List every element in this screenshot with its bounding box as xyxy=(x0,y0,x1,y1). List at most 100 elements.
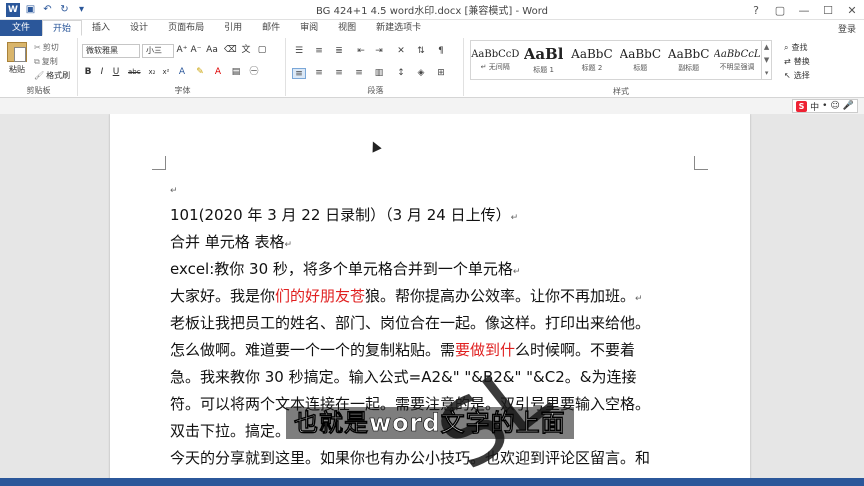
select-button[interactable]: ↖ 选择 xyxy=(784,70,810,81)
char-border-icon[interactable]: ▢ xyxy=(256,44,268,57)
format-painter-button[interactable]: 🖌 格式刷 xyxy=(34,70,70,81)
format-painter-label: 格式刷 xyxy=(46,71,71,80)
bullets-icon[interactable]: ☰ xyxy=(292,46,306,57)
tab-page-layout[interactable]: 页面布局 xyxy=(158,20,214,36)
align-right-icon[interactable]: ≡ xyxy=(332,68,346,79)
paragraph-mark: ↵ xyxy=(510,213,519,223)
emoji-icon[interactable]: ☺ xyxy=(830,101,839,111)
enclose-char-icon[interactable]: ㊀ xyxy=(248,66,260,79)
style-name: 副标题 xyxy=(678,64,700,72)
multilevel-list-icon[interactable]: ≣ xyxy=(332,46,346,57)
ribbon-tabs: 文件 开始 插入 设计 页面布局 引用 邮件 审阅 视图 新建选项卡 登录 xyxy=(0,20,864,36)
tab-design[interactable]: 设计 xyxy=(120,20,158,36)
increase-indent-icon[interactable]: ⇥ xyxy=(372,46,386,57)
cut-button[interactable]: ✂ 剪切 xyxy=(34,42,59,53)
minimize-button[interactable]: — xyxy=(792,4,816,17)
align-left-icon[interactable]: ≡ xyxy=(292,68,306,79)
font-color-icon[interactable]: A xyxy=(212,66,224,79)
bold-icon[interactable]: B xyxy=(82,66,94,79)
grow-font-icon[interactable]: A⁺ xyxy=(176,44,188,57)
tab-references[interactable]: 引用 xyxy=(214,20,252,36)
restore-button[interactable]: ☐ xyxy=(816,4,840,17)
justify-icon[interactable]: ≡ xyxy=(352,68,366,79)
microphone-icon[interactable]: 🎤 xyxy=(843,101,854,111)
doc-text: 么时候啊。不要着 xyxy=(515,341,636,359)
quick-access-toolbar: W ▣ ↶ ↻ ▾ xyxy=(0,2,88,17)
customize-qat-icon[interactable]: ▾ xyxy=(75,3,88,16)
doc-text: 怎么做啊。难道要一个一个的复制粘贴。需 xyxy=(170,341,456,359)
save-icon[interactable]: ▣ xyxy=(24,3,37,16)
redo-icon[interactable]: ↻ xyxy=(58,3,71,16)
font-size-select[interactable]: 小三 xyxy=(142,44,174,58)
font-group-label: 字体 xyxy=(174,86,191,95)
ribbon-display-button[interactable]: ▢ xyxy=(768,4,792,17)
scroll-down-icon[interactable]: ▼ xyxy=(762,56,771,64)
paste-button[interactable]: 粘贴 xyxy=(4,42,30,75)
style-heading-2[interactable]: AaBbC 标题 2 xyxy=(568,41,616,79)
paragraph-mark: ↵ xyxy=(635,294,643,304)
doc-line: 大家好。我是你们的好朋友苍狼。帮你提高办公效率。让你不再加班。↵ xyxy=(170,283,710,310)
doc-line: 急。我来教你 30 秒搞定。输入公式=A2&" "&B2&" "&C2。&为连接 xyxy=(170,364,710,391)
ime-toolbar[interactable]: S 中 • ☺ 🎤 xyxy=(792,99,858,113)
tab-review[interactable]: 审阅 xyxy=(290,20,328,36)
style-heading-1[interactable]: AaBl 标题 1 xyxy=(519,41,567,79)
tab-mailings[interactable]: 邮件 xyxy=(252,20,290,36)
doc-line: 老板让我把员工的姓名、部门、岗位合在一起。像这样。打印出来给他。 xyxy=(170,310,710,337)
char-shading-icon[interactable]: ▤ xyxy=(230,66,242,79)
undo-icon[interactable]: ↶ xyxy=(41,3,54,16)
replace-button[interactable]: ⇄ 替换 xyxy=(784,56,810,67)
numbering-icon[interactable]: ≡ xyxy=(312,46,326,57)
tab-new[interactable]: 新建选项卡 xyxy=(366,20,431,36)
underline-icon[interactable]: U xyxy=(110,66,122,79)
tab-file[interactable]: 文件 xyxy=(0,20,43,36)
tab-home[interactable]: 开始 xyxy=(42,20,83,36)
styles-scroll[interactable]: ▲ ▼ ▾ xyxy=(761,41,771,79)
show-marks-icon[interactable]: ¶ xyxy=(434,46,448,57)
more-styles-icon[interactable]: ▾ xyxy=(762,69,771,77)
italic-icon[interactable]: I xyxy=(96,66,108,79)
align-center-icon[interactable]: ≡ xyxy=(312,68,326,79)
clipboard-group-label: 剪贴板 xyxy=(26,86,51,95)
clear-format-icon[interactable]: ⌫ xyxy=(224,44,237,57)
ime-language[interactable]: 中 xyxy=(810,100,819,113)
chinese-layout-icon[interactable]: ✕ xyxy=(394,46,408,57)
close-button[interactable]: ✕ xyxy=(840,4,864,17)
replace-label: 替换 xyxy=(793,57,810,66)
style-subtitle[interactable]: AaBbC 副标题 xyxy=(665,41,713,79)
login-link[interactable]: 登录 xyxy=(838,22,856,35)
paragraph-mark: ↵ xyxy=(512,267,521,277)
punctuation-icon[interactable]: • xyxy=(822,101,827,111)
subscript-icon[interactable]: x₂ xyxy=(146,66,158,79)
doc-line: 今天的分享就到这里。如果你也有办公小技巧。也欢迎到评论区留言。和 xyxy=(170,445,710,472)
line-spacing-icon[interactable]: ↕ xyxy=(394,68,408,79)
doc-text: 大家好。我是你 xyxy=(170,287,276,305)
help-button[interactable]: ? xyxy=(744,4,768,17)
change-case-icon[interactable]: Aa xyxy=(206,44,218,57)
strikethrough-icon[interactable]: abc xyxy=(128,66,141,79)
scroll-up-icon[interactable]: ▲ xyxy=(762,43,771,51)
status-bar xyxy=(0,478,864,486)
tab-view[interactable]: 视图 xyxy=(328,20,366,36)
style-subtle-emphasis[interactable]: AaBbCcL 不明显强调 xyxy=(713,41,761,79)
font-name-select[interactable]: 微软雅黑 xyxy=(82,44,140,58)
style-title[interactable]: AaBbC 标题 xyxy=(616,41,664,79)
find-button[interactable]: ⌕ 查找 xyxy=(784,42,807,53)
borders-icon[interactable]: ⊞ xyxy=(434,68,448,79)
phonetic-guide-icon[interactable]: 文 xyxy=(240,44,252,57)
distributed-icon[interactable]: ▥ xyxy=(372,68,386,79)
style-name: 标题 xyxy=(633,64,648,72)
sort-icon[interactable]: ⇅ xyxy=(414,46,428,57)
ribbon: 粘贴 ✂ 剪切 ⧉ 复制 🖌 格式刷 剪贴板 微软雅黑 小三 A⁺ A⁻ Aa ⌫ 文… xyxy=(0,36,864,98)
text-effects-icon[interactable]: A xyxy=(176,66,188,79)
brush-icon: 🖌 xyxy=(34,71,45,80)
decrease-indent-icon[interactable]: ⇤ xyxy=(354,46,368,57)
shrink-font-icon[interactable]: A⁻ xyxy=(190,44,202,57)
video-subtitle: 也就是word文字的上面 xyxy=(286,407,574,439)
superscript-icon[interactable]: x² xyxy=(160,66,172,79)
font-group: 微软雅黑 小三 A⁺ A⁻ Aa ⌫ 文 ▢ B I U abc x₂ x² A… xyxy=(80,38,286,96)
highlight-icon[interactable]: ✎ xyxy=(194,66,206,79)
copy-button[interactable]: ⧉ 复制 xyxy=(34,56,58,67)
tab-insert[interactable]: 插入 xyxy=(82,20,120,36)
shading-icon[interactable]: ◈ xyxy=(414,68,428,79)
style-no-spacing[interactable]: AaBbCcD ↵ 无间隔 xyxy=(471,41,519,79)
